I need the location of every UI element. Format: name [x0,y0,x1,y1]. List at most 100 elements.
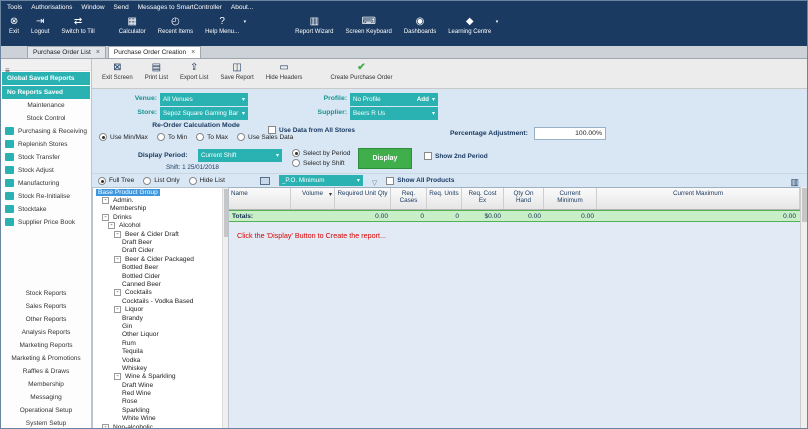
view-option-full-tree[interactable]: Full Tree [98,177,134,185]
sidebar-item-marketing-promotions[interactable]: Marketing & Promotions [1,352,91,365]
tree-node-cocktails[interactable]: -Cocktails [93,289,221,297]
screen-keyboard-button[interactable]: ⌨Screen Keyboard [339,14,397,46]
store-dropdown[interactable]: Sepoz Square Gaming Bar [160,107,248,120]
menu-about[interactable]: About... [231,4,253,11]
reorder-option-use-min-max[interactable]: Use Min/Max [99,133,148,141]
sidebar-item-stocktake[interactable]: Stocktake [1,203,91,216]
column-header-qty-on-hand[interactable]: Qty On Hand [504,188,544,209]
help-menu-button[interactable]: ?Help Menu...▾ [199,14,245,46]
collapse-icon[interactable]: - [114,231,121,238]
tab-purchase-order-creation[interactable]: Purchase Order Creation× [108,46,201,58]
show-all-products-checkbox[interactable]: Show All Products [386,177,454,185]
collapse-icon[interactable]: - [114,256,121,263]
venue-dropdown[interactable]: All Venues [160,93,248,106]
collapse-icon[interactable]: - [108,222,115,229]
report-wizard-button[interactable]: ▥Report Wizard [289,14,339,46]
tree-node-sparkling[interactable]: Sparkling [93,406,221,414]
tree-node-bottled-cider[interactable]: Bottled Cider [93,272,221,280]
use-all-stores-checkbox[interactable]: Use Data from All Stores [268,126,355,134]
tree-node-canned-beer[interactable]: Canned Beer [93,280,221,288]
column-header-required-unit-qty[interactable]: Required Unit Qty [335,188,391,209]
sidebar-menu-toggle[interactable] [1,59,91,71]
sidebar-item-replenish-stores[interactable]: Replenish Stores [1,138,91,151]
collapse-icon[interactable]: - [102,197,109,204]
tree-node-vodka[interactable]: Vodka [93,356,221,364]
sidebar-item-stock-reports[interactable]: Stock Reports [1,287,91,300]
tree-scrollbar[interactable] [222,188,228,429]
tree-node-drinks[interactable]: -Drinks [93,213,221,221]
collapse-icon[interactable]: - [114,289,121,296]
menu-messages-to-smartcontroller[interactable]: Messages to SmartController [138,4,222,11]
menu-window[interactable]: Window [81,4,104,11]
sidebar-item-stock-transfer[interactable]: Stock Transfer [1,151,91,164]
switch-to-till-button[interactable]: ⇄Switch to Till [55,14,100,46]
tree-node-draft-beer[interactable]: Draft Beer [93,238,221,246]
print-list-button[interactable]: ▤Print List [139,61,174,88]
column-header-current-minimum[interactable]: Current Minimum [544,188,597,209]
tree-node-rose[interactable]: Rose [93,398,221,406]
display-button[interactable]: Display [358,148,412,169]
tree-node-tequila[interactable]: Tequila [93,347,221,355]
collapse-icon[interactable]: - [114,306,121,313]
column-header-req-cases[interactable]: Req. Cases [391,188,427,209]
view-option-hide-list[interactable]: Hide List [189,177,225,185]
sidebar-item-analysis-reports[interactable]: Analysis Reports [1,326,91,339]
sidebar-item-purchasing-receiving[interactable]: Purchasing & Receiving [1,125,91,138]
sidebar-item-operational-setup[interactable]: Operational Setup [1,404,91,417]
scrollbar-thumb[interactable] [802,188,807,222]
learning-centre-button[interactable]: ◆Learning Centre▾ [442,14,497,46]
column-header-req-cost-ex[interactable]: Req. Cost Ex [462,188,504,209]
reorder-option-use-sales-data[interactable]: Use Sales Data [237,133,293,141]
sidebar-item-stock-adjust[interactable]: Stock Adjust [1,164,91,177]
tree-node-beer-cider-draft[interactable]: -Beer & Cider Draft [93,230,221,238]
tree-node-bottled-beer[interactable]: Bottled Beer [93,264,221,272]
tree-node-base-product-group[interactable]: Base Product Group [93,188,221,196]
exit-screen-button[interactable]: ⊠Exit Screen [96,61,139,88]
tab-purchase-order-list[interactable]: Purchase Order List× [27,46,106,58]
tree-node-gin[interactable]: Gin [93,322,221,330]
monitor-icon[interactable] [260,177,270,185]
tree-node-draft-wine[interactable]: Draft Wine [93,381,221,389]
table-scrollbar[interactable] [800,187,807,429]
sidebar-item-marketing-reports[interactable]: Marketing Reports [1,339,91,352]
column-header-req-units[interactable]: Req. Units [427,188,462,209]
reorder-option-to-max[interactable]: To Max [196,133,228,141]
tree-node-other-liquor[interactable]: Other Liquor [93,331,221,339]
column-header-name[interactable]: Name [229,188,291,209]
sidebar-item-supplier-price-book[interactable]: Supplier Price Book [1,216,91,229]
view-option-list-only[interactable]: List Only [143,177,179,185]
tree-node-wine-sparkling[interactable]: -Wine & Sparkling [93,373,221,381]
scrollbar-thumb[interactable] [224,189,228,237]
sidebar-item-stock-re-initialise[interactable]: Stock Re-Initialise [1,190,91,203]
tree-node-rum[interactable]: Rum [93,339,221,347]
column-header-volume[interactable]: Volume▾ [291,188,335,209]
sort-arrow-icon[interactable]: ▾ [329,191,332,198]
collapse-icon[interactable]: - [102,424,109,429]
sidebar-item-maintenance[interactable]: Maintenance [1,99,91,112]
show-2nd-period-checkbox[interactable]: Show 2nd Period [424,152,488,160]
tree-node-alcohol[interactable]: -Alcohol [93,222,221,230]
save-report-button[interactable]: ◫Save Report [214,61,259,88]
select-by-shift-radio[interactable]: Select by Shift [292,159,345,167]
profile-dropdown[interactable]: No Profile Add [350,93,438,106]
percentage-input[interactable]: 100.00% [534,127,606,140]
display-period-dropdown[interactable]: Current Shift [198,149,282,162]
column-header-current-maximum[interactable]: Current Maximum [597,188,800,209]
tree-node-membership[interactable]: Membership [93,205,221,213]
no-reports-saved-button[interactable]: No Reports Saved [2,86,90,99]
supplier-dropdown[interactable]: Beers R Us [350,107,438,120]
dashboards-button[interactable]: ◉Dashboards [398,14,442,46]
tree-node-beer-cider-packaged[interactable]: -Beer & Cider Packaged [93,255,221,263]
create-purchase-order-button[interactable]: ✔Create Purchase Order [324,61,398,88]
sidebar-item-sales-reports[interactable]: Sales Reports [1,300,91,313]
recent-items-button[interactable]: ◴Recent Items [152,14,199,46]
tree-node-draft-cider[interactable]: Draft Cider [93,247,221,255]
tree-node-liquor[interactable]: -Liquor [93,305,221,313]
close-icon[interactable]: × [191,50,195,56]
sidebar-item-membership[interactable]: Membership [1,378,91,391]
tree-node-white-wine[interactable]: White Wine [93,415,221,423]
profile-add-button[interactable]: Add [417,96,429,103]
calculator-button[interactable]: ▦Calculator [113,14,152,46]
collapse-icon[interactable]: - [114,373,121,380]
exit-button[interactable]: ⊗Exit [3,14,25,46]
